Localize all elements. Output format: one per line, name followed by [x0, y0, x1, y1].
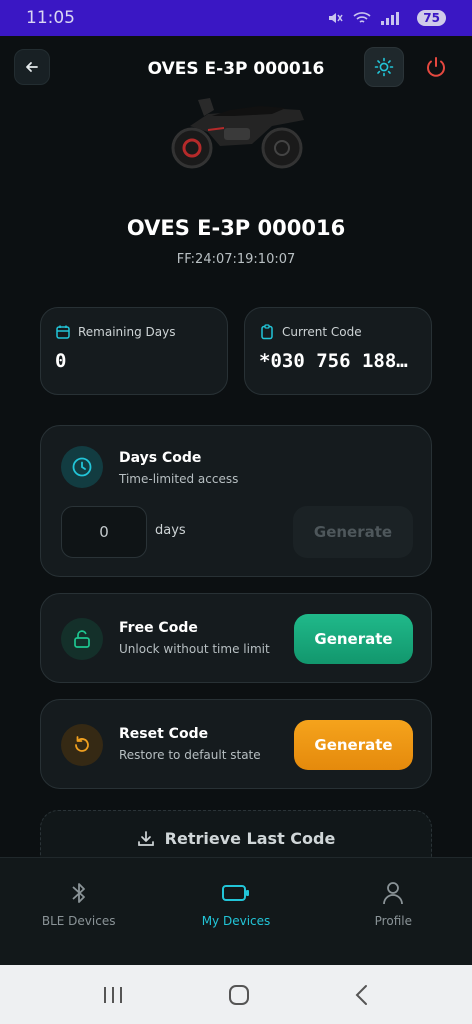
device-name: OVES E-3P 000016: [126, 216, 346, 240]
back-button[interactable]: [14, 49, 50, 85]
nav-profile-label: Profile: [374, 914, 412, 928]
days-unit-label: days: [155, 523, 186, 538]
battery-level: 75: [417, 10, 446, 26]
bluetooth-icon: [72, 883, 85, 903]
free-code-icon-wrap: [61, 618, 103, 660]
remaining-days-label: Remaining Days: [78, 325, 176, 339]
battery-device-icon: [221, 885, 249, 901]
nav-my-devices-label: My Devices: [201, 914, 271, 928]
power-icon: [427, 57, 445, 77]
reset-code-title: Reset Code: [119, 726, 209, 742]
reset-icon: [75, 736, 89, 752]
nav-profile[interactable]: Profile: [315, 858, 472, 965]
top-app-bar: OVES E-3P 000016: [0, 36, 472, 102]
download-icon: [137, 830, 154, 846]
power-button[interactable]: [418, 49, 454, 85]
reset-code-icon-wrap: [61, 724, 103, 766]
motorcycle-image: [171, 98, 304, 169]
free-code-title: Free Code: [119, 620, 198, 636]
status-time: 11:05: [26, 8, 75, 28]
free-generate-button[interactable]: Generate: [294, 614, 413, 664]
recent-apps-icon[interactable]: [102, 985, 124, 1005]
days-code-subtitle: Time-limited access: [119, 472, 239, 486]
days-generate-button[interactable]: Generate: [293, 506, 413, 558]
remaining-days-value: 0: [55, 350, 67, 372]
system-navigation-bar: [0, 965, 472, 1024]
retrieve-label: Retrieve Last Code: [164, 829, 336, 848]
current-code-card: Current Code *030 756 188...: [244, 307, 432, 395]
home-icon[interactable]: [228, 984, 250, 1006]
unlock-icon: [74, 630, 90, 648]
signal-icon: [381, 12, 400, 25]
sun-icon: [374, 57, 394, 77]
current-code-value: *030 756 188...: [259, 350, 417, 372]
clock-icon: [72, 457, 92, 477]
free-code-subtitle: Unlock without time limit: [119, 642, 270, 656]
status-icons: 75: [327, 10, 446, 26]
calendar-icon: [56, 325, 70, 339]
free-code-card: Free Code Unlock without time limit Gene…: [40, 593, 432, 683]
nav-my-devices[interactable]: My Devices: [157, 858, 314, 965]
reset-code-card: Reset Code Restore to default state Gene…: [40, 699, 432, 789]
page-title: OVES E-3P 000016: [147, 59, 325, 79]
days-input[interactable]: 0: [61, 506, 147, 558]
current-code-label: Current Code: [282, 325, 362, 339]
mute-icon: [329, 13, 343, 23]
back-nav-icon[interactable]: [354, 984, 370, 1006]
days-code-icon-wrap: [61, 446, 103, 488]
remaining-days-card: Remaining Days 0: [40, 307, 228, 395]
bottom-navigation: BLE Devices My Devices Profile: [0, 857, 472, 965]
days-code-title: Days Code: [119, 450, 202, 466]
device-mac-address: FF:24:07:19:10:07: [176, 252, 296, 267]
status-bar: 11:05 75: [0, 0, 472, 36]
days-code-card: Days Code Time-limited access 0 days Gen…: [40, 425, 432, 577]
reset-generate-button[interactable]: Generate: [294, 720, 413, 770]
reset-code-subtitle: Restore to default state: [119, 748, 261, 762]
nav-ble-devices-label: BLE Devices: [41, 914, 116, 928]
theme-toggle-button[interactable]: [364, 47, 404, 87]
user-icon: [383, 882, 404, 905]
wifi-icon: [353, 12, 371, 23]
clipboard-icon: [261, 324, 273, 340]
nav-ble-devices[interactable]: BLE Devices: [0, 858, 157, 965]
arrow-left-icon: [26, 62, 38, 72]
